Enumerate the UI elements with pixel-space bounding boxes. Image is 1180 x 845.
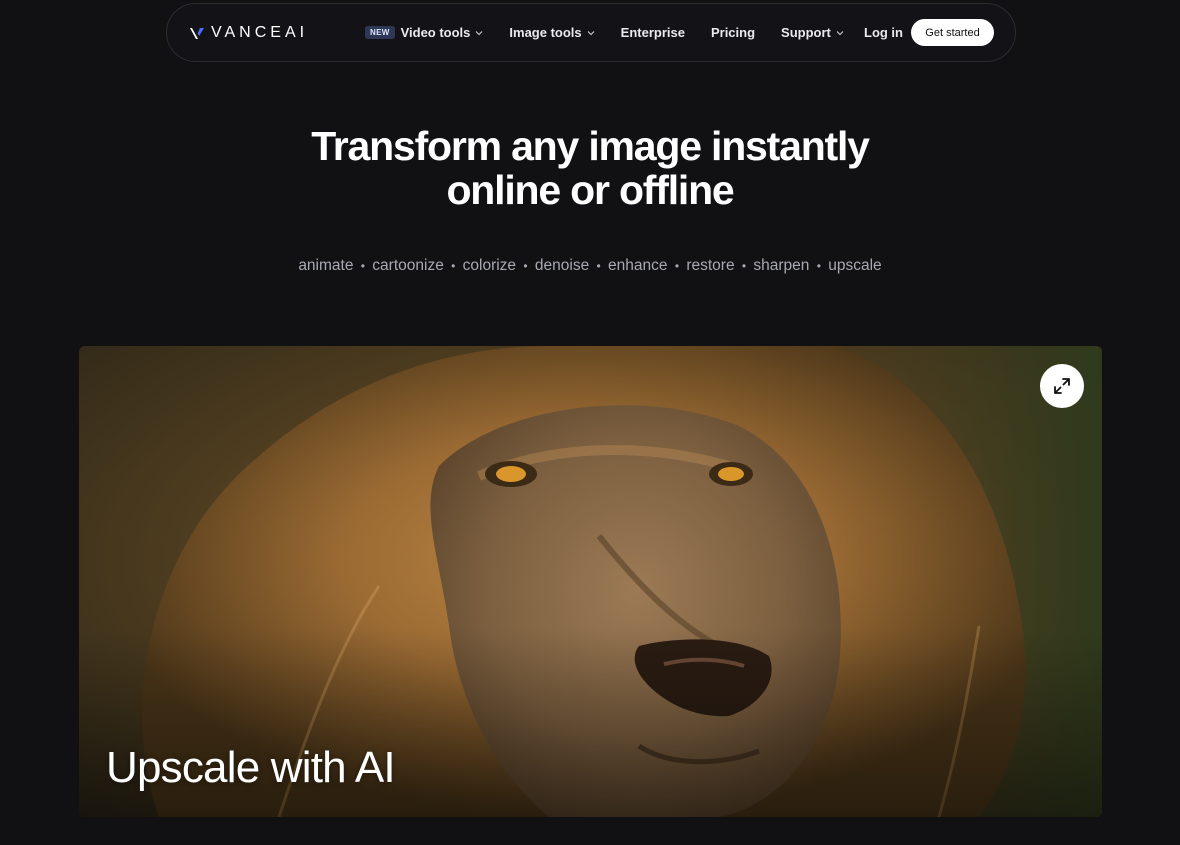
separator-dot: • [523, 259, 528, 273]
new-badge: NEW [365, 26, 395, 39]
hero-title-line-2: online or offline [446, 167, 734, 213]
nav-item-label: Video tools [400, 25, 471, 40]
feature-item: upscale [828, 257, 882, 274]
separator-dot: • [596, 259, 601, 273]
vanceai-logo-icon [190, 28, 204, 39]
nav-item-label: Image tools [509, 25, 582, 40]
separator-dot: • [451, 259, 456, 273]
feature-item: restore [686, 257, 735, 274]
feature-list: animate • cartoonize • colorize • denois… [0, 257, 1180, 275]
nav-item-enterprise[interactable]: Enterprise [621, 25, 685, 40]
brand-name: VANCEAI [211, 24, 309, 41]
nav-item-pricing[interactable]: Pricing [711, 25, 755, 40]
top-navbar: VANCEAI NEW Video tools Image tools Ente… [166, 3, 1016, 62]
hero-title-line-1: Transform any image instantly [311, 123, 870, 169]
separator-dot: • [816, 259, 821, 273]
feature-item: enhance [608, 257, 668, 274]
main-nav: NEW Video tools Image tools Enterprise P… [365, 4, 844, 61]
nav-item-video-tools[interactable]: NEW Video tools [365, 25, 483, 40]
showcase-image: Upscale with AI [79, 346, 1102, 817]
feature-item: cartoonize [372, 257, 444, 274]
nav-item-label: Support [781, 25, 831, 40]
showcase-caption: Upscale with AI [106, 743, 396, 792]
feature-item: colorize [462, 257, 517, 274]
login-link[interactable]: Log in [864, 4, 903, 61]
feature-item: denoise [534, 257, 590, 274]
chevron-down-icon [587, 31, 595, 36]
feature-item: animate [298, 257, 354, 274]
hero-title: Transform any image instantly online or … [0, 124, 1180, 212]
nav-item-support[interactable]: Support [781, 25, 844, 40]
fullscreen-button[interactable] [1040, 364, 1084, 408]
separator-dot: • [674, 259, 680, 273]
chevron-down-icon [836, 31, 844, 36]
nav-item-label: Enterprise [620, 25, 685, 40]
chevron-down-icon [476, 31, 483, 36]
separator-dot: • [360, 259, 365, 273]
separator-dot: • [741, 259, 747, 273]
brand-logo[interactable]: VANCEAI [189, 24, 308, 42]
feature-item: sharpen [753, 257, 810, 274]
expand-arrows-icon [1054, 378, 1070, 394]
get-started-button[interactable]: Get started [911, 19, 994, 46]
nav-item-label: Pricing [710, 25, 756, 40]
nav-item-image-tools[interactable]: Image tools [509, 25, 595, 40]
